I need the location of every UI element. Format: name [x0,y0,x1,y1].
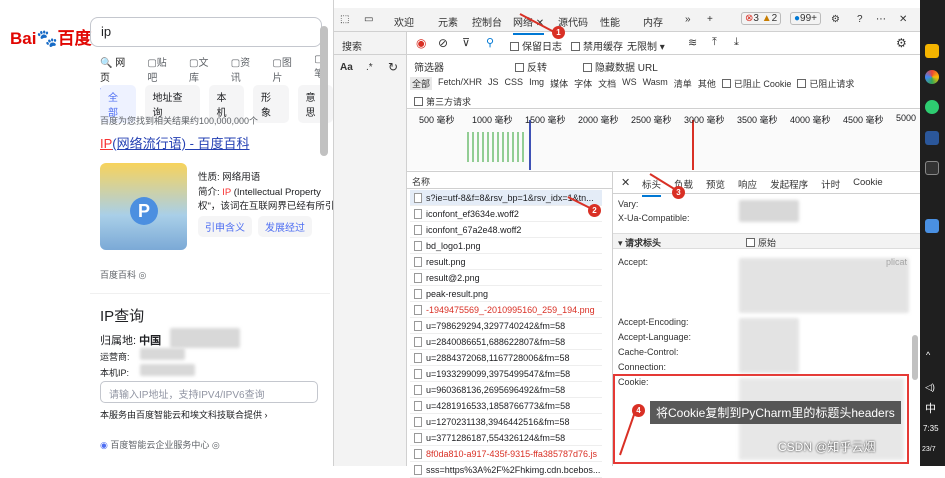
tray-arrow-icon[interactable]: ^ [926,350,930,360]
word-icon[interactable] [925,131,939,145]
app-icon-1[interactable] [925,44,939,58]
app-icon-6[interactable] [925,219,939,233]
request-name: sss=https%3A%2F%2Fhkimg.cdn.bcebos... [426,465,601,475]
volume-icon[interactable]: ◁) [925,382,935,393]
watermark: CSDN @知乎云烟 [778,440,876,454]
wechat-icon[interactable] [925,100,939,114]
file-icon [414,465,422,475]
pycharm-icon[interactable] [925,161,939,175]
annotation-callout: 将Cookie复制到PyCharm里的标题头headers [650,401,901,424]
windows-taskbar: ^ ◁) 中 7:35 23/7 [920,0,945,466]
clock-time[interactable]: 7:35 [923,424,939,433]
ime-indicator[interactable]: 中 [925,400,936,416]
chrome-icon[interactable] [925,70,939,84]
annotation-arrows [519,13,677,456]
clock-date[interactable]: 23/7 [922,446,936,453]
